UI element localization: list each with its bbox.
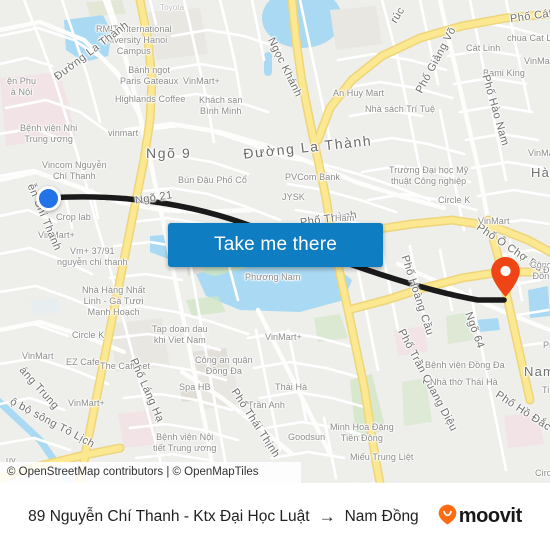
- trip-footer: 89 Nguyễn Chí Thanh - Ktx Đại Học Luật →…: [0, 483, 550, 550]
- arrow-right-icon: →: [318, 507, 336, 526]
- destination-label: Nam Đồng: [344, 507, 419, 525]
- moovit-pin-smile-icon: [438, 504, 457, 530]
- destination-pin[interactable]: [490, 256, 521, 298]
- map-canvas[interactable]: RMIT International University Hanoi Camp…: [0, 0, 550, 483]
- map-attribution[interactable]: © OpenStreetMap contributors | © OpenMap…: [0, 462, 301, 483]
- trip-summary: 89 Nguyễn Chí Thanh - Ktx Đại Học Luật →…: [28, 508, 419, 526]
- moovit-wordmark: moovit: [458, 505, 523, 527]
- origin-marker[interactable]: [35, 185, 61, 211]
- moovit-logo[interactable]: moovit: [438, 504, 522, 530]
- origin-label: 89 Nguyễn Chí Thanh - Ktx Đại Học Luật: [28, 507, 310, 525]
- take-me-there-button[interactable]: Take me there: [168, 223, 383, 267]
- moovit-trip-map-screen: RMIT International University Hanoi Camp…: [0, 0, 550, 550]
